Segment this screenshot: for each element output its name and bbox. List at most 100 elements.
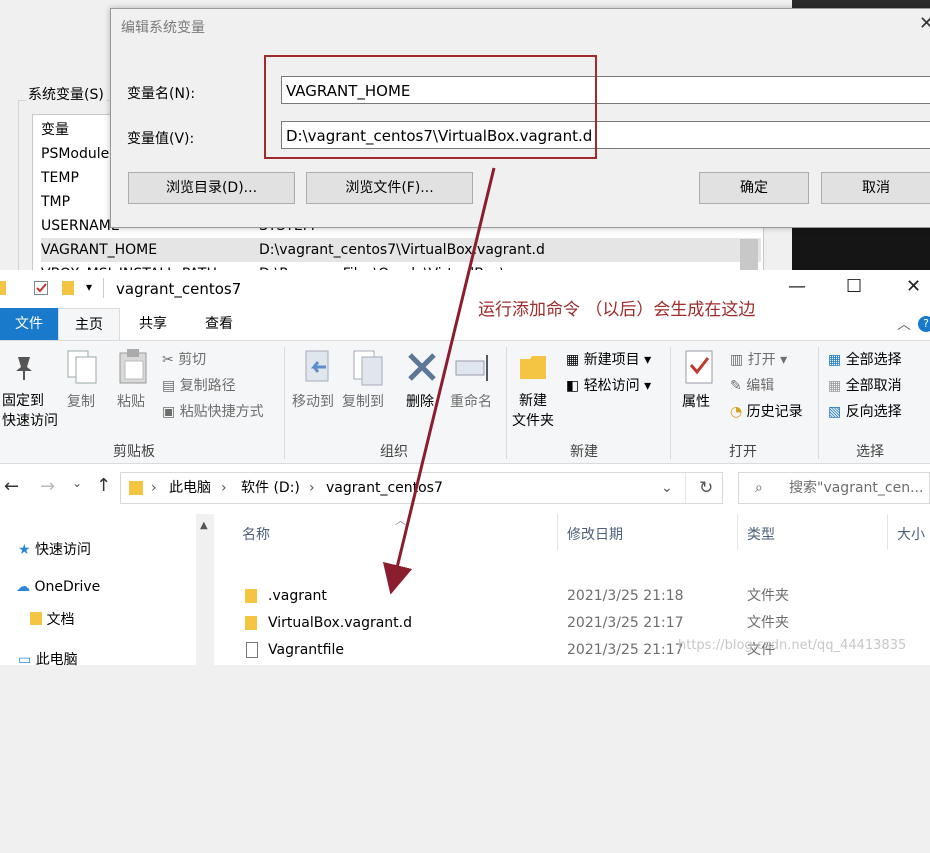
column-header-name[interactable]: 名称 [242, 524, 270, 544]
nav-quick-access[interactable]: ★ 快速访问 [18, 539, 91, 559]
new-item-button[interactable]: ▦ 新建项目 ▾ [566, 349, 651, 369]
close-icon[interactable]: ✕ [906, 276, 921, 297]
cancel-button[interactable]: 取消 [821, 172, 930, 204]
address-toolbar: ← → ⌄ ↑ › 此电脑 › 软件 (D:) › vagrant_centos… [0, 464, 930, 514]
minimize-icon[interactable]: — [788, 276, 806, 297]
edit-icon: ✎ [730, 378, 747, 394]
browse-directory-button[interactable]: 浏览目录(D)... [128, 172, 295, 204]
copy-to-icon [353, 350, 383, 386]
invert-selection-button[interactable]: ▧ 反向选择 [828, 401, 902, 421]
breadcrumb-separator[interactable]: › [309, 473, 315, 503]
rename-button[interactable]: 重命名 [450, 391, 492, 411]
folder-icon[interactable] [62, 281, 74, 295]
tab-view[interactable]: 查看 [190, 308, 248, 340]
select-group-label: 选择 [856, 444, 884, 460]
paste-shortcut-button[interactable]: ▣ 粘贴快捷方式 [162, 401, 264, 421]
breadcrumb-separator[interactable]: › [221, 473, 227, 503]
nav-this-pc[interactable]: ▭ 此电脑 [18, 649, 78, 669]
copy-button[interactable]: 复制 [67, 391, 95, 411]
folder-icon [30, 612, 42, 625]
folder-icon [245, 616, 257, 630]
file-explorer-window: ▾ vagrant_centos7 — ☐ ✕ 文件 主页 共享 查看 ︿ ? … [0, 270, 930, 668]
rename-icon [455, 355, 488, 381]
tab-share[interactable]: 共享 [124, 308, 182, 340]
copy-to-button[interactable]: 复制到 [342, 391, 384, 411]
delete-icon [408, 353, 436, 381]
annotation-text: 运行添加命令 （以后）会生成在这边 [478, 300, 756, 320]
new-folder-icon [520, 356, 546, 379]
move-to-button[interactable]: 移动到 [292, 391, 334, 411]
window-title: vagrant_centos7 [116, 280, 242, 298]
refresh-icon[interactable]: ↻ [699, 473, 713, 503]
variable-value-label: 变量值(V): [127, 131, 195, 147]
properties-icon [685, 350, 713, 384]
history-icon: ◔ [730, 404, 747, 420]
recent-locations-icon[interactable]: ⌄ [72, 476, 82, 490]
separator [685, 473, 686, 503]
tab-home[interactable]: 主页 [58, 308, 120, 340]
select-none-button[interactable]: ▦ 全部取消 [828, 375, 902, 395]
forward-arrow-icon[interactable]: → [40, 476, 55, 497]
properties-button[interactable]: 属性 [682, 391, 710, 411]
easy-access-button[interactable]: ◧ 轻松访问 ▾ [566, 375, 651, 395]
open-button[interactable]: ▥ 打开 ▾ [730, 349, 787, 369]
collapse-ribbon-icon[interactable]: ︿ [897, 314, 911, 334]
separator [103, 278, 104, 298]
list-item[interactable]: VirtualBox.vagrant.d 2021/3/25 21:17 文件夹 [215, 610, 930, 636]
move-to-icon [305, 350, 329, 382]
ribbon-home: 固定到 快速访问 复制 粘贴 ✂ 剪切 ▤ 复制路径 ▣ 粘贴快捷方式 剪贴板 … [0, 340, 930, 464]
breadcrumb-separator[interactable]: › [151, 473, 157, 503]
new-folder-button[interactable]: 新建 文件夹 [512, 391, 554, 431]
paste-button[interactable]: 粘贴 [117, 391, 145, 411]
breadcrumb-this-pc[interactable]: 此电脑 [169, 473, 211, 503]
help-icon[interactable]: ? [918, 316, 930, 332]
history-button[interactable]: ◔ 历史记录 [730, 401, 803, 421]
separator [670, 347, 671, 459]
search-box[interactable]: ⌕ 搜索"vagrant_cen... [738, 472, 930, 504]
breadcrumb-drive-d[interactable]: 软件 (D:) [241, 473, 300, 503]
tab-file[interactable]: 文件 [0, 308, 58, 340]
column-header-type[interactable]: 类型 [747, 524, 775, 544]
file-icon [246, 642, 258, 658]
quick-access-toolbar-dropdown[interactable]: ▾ [86, 280, 92, 294]
column-separator[interactable] [557, 514, 558, 550]
up-arrow-icon[interactable]: ↑ [96, 475, 111, 496]
checkbox-icon[interactable] [34, 281, 48, 295]
close-icon[interactable]: ✕ [919, 13, 930, 34]
browse-file-button[interactable]: 浏览文件(F)... [306, 172, 473, 204]
nav-documents[interactable]: 文档 [30, 609, 74, 629]
column-separator[interactable] [737, 514, 738, 550]
scroll-up-icon[interactable]: ▲ [200, 520, 208, 531]
invert-selection-icon: ▧ [828, 404, 846, 420]
table-row-selected[interactable]: VAGRANT_HOME D:\vagrant_centos7\VirtualBo… [41, 238, 761, 262]
folder-icon [245, 589, 257, 603]
select-all-button[interactable]: ▦ 全部选择 [828, 349, 902, 369]
navigation-scrollbar[interactable]: ▲ [196, 514, 214, 665]
column-separator[interactable] [887, 514, 888, 550]
paste-icon [119, 349, 147, 384]
separator [506, 347, 507, 459]
nav-onedrive[interactable]: ☁ OneDrive [16, 579, 100, 595]
column-header-date[interactable]: 修改日期 [567, 524, 623, 544]
ok-button[interactable]: 确定 [699, 172, 809, 204]
pin-to-quick-access-button[interactable]: 固定到 快速访问 [2, 391, 58, 431]
list-scrollbar[interactable] [740, 239, 758, 270]
back-arrow-icon[interactable]: ← [4, 476, 19, 497]
easy-access-icon: ◧ [566, 378, 584, 394]
open-icon: ▥ [730, 352, 748, 368]
maximize-icon[interactable]: ☐ [846, 276, 862, 297]
copy-path-button[interactable]: ▤ 复制路径 [162, 375, 236, 395]
edit-button[interactable]: ✎ 编辑 [730, 375, 774, 395]
column-header-size[interactable]: 大小 [897, 524, 925, 544]
list-item[interactable]: .vagrant 2021/3/25 21:18 文件夹 [215, 583, 930, 609]
address-bar[interactable]: › 此电脑 › 软件 (D:) › vagrant_centos7 ⌄ ↻ [120, 472, 723, 504]
search-input[interactable]: 搜索"vagrant_cen... [789, 473, 923, 503]
breadcrumb-vagrant-centos7[interactable]: vagrant_centos7 [326, 473, 443, 503]
address-dropdown-icon[interactable]: ⌄ [661, 473, 673, 503]
copy-icon [67, 350, 97, 384]
variable-name-label: 变量名(N): [127, 86, 196, 102]
delete-button[interactable]: 删除 [406, 391, 434, 411]
star-icon: ★ [18, 542, 36, 558]
cut-button[interactable]: ✂ 剪切 [162, 349, 206, 369]
watermark: https://blog.csdn.net/qq_44413835 [678, 638, 907, 653]
